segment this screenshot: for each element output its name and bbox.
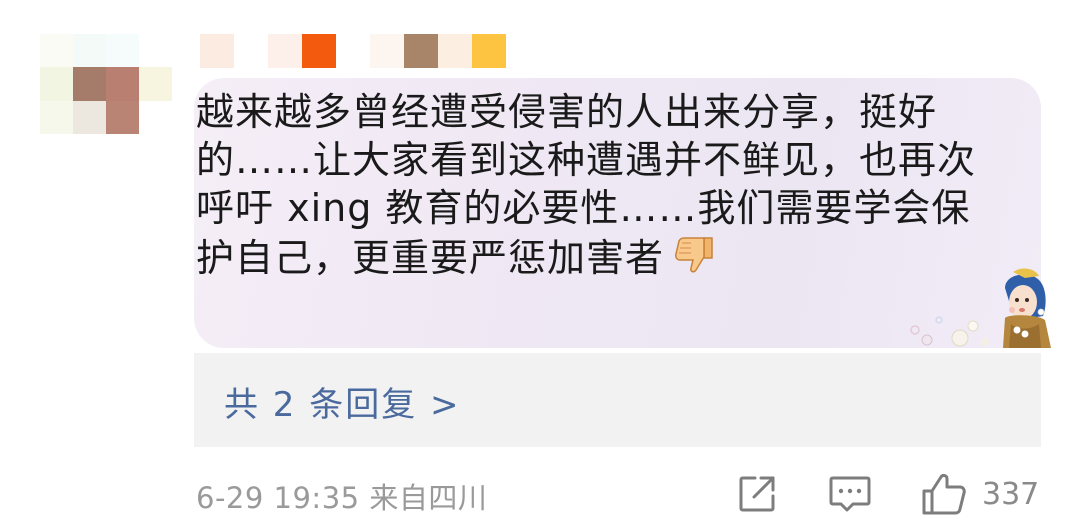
comment-meta: 6-29 19:35 来自四川 xyxy=(196,481,488,515)
comment-sticker xyxy=(905,268,1060,358)
comment-button[interactable] xyxy=(827,470,873,518)
view-replies-link[interactable]: 共 2 条回复 > xyxy=(224,377,461,426)
comment-line: 的……让大家看到这种遭遇并不鲜见，也再次 xyxy=(196,138,977,182)
comment-card: 越来越多曾经遭受侵害的人出来分享，挺好 的……让大家看到这种遭遇并不鲜见，也再次… xyxy=(0,0,1080,531)
comment-line: 越来越多曾经遭受侵害的人出来分享，挺好 xyxy=(196,90,938,134)
comment-line-text: 护自己，更重要严惩加害者 xyxy=(196,236,665,280)
comment-text: 越来越多曾经遭受侵害的人出来分享，挺好 的……让大家看到这种遭遇并不鲜见，也再次… xyxy=(196,88,1016,280)
share-button[interactable] xyxy=(735,470,779,518)
comment-icon xyxy=(827,472,873,516)
replies-box: 共 2 条回复 > xyxy=(194,353,1041,447)
username[interactable] xyxy=(200,34,506,68)
comment-line: 呼吁 xing 教育的必要性……我们需要学会保 xyxy=(196,186,971,230)
avatar[interactable] xyxy=(40,34,172,134)
like-count: 337 xyxy=(982,476,1040,512)
share-icon xyxy=(735,472,779,516)
comment-line: 护自己，更重要严惩加害者 xyxy=(196,232,1016,280)
thumbs-up-icon xyxy=(920,471,968,517)
like-button[interactable]: 337 xyxy=(920,470,1039,518)
thumbs-down-icon xyxy=(672,232,718,289)
